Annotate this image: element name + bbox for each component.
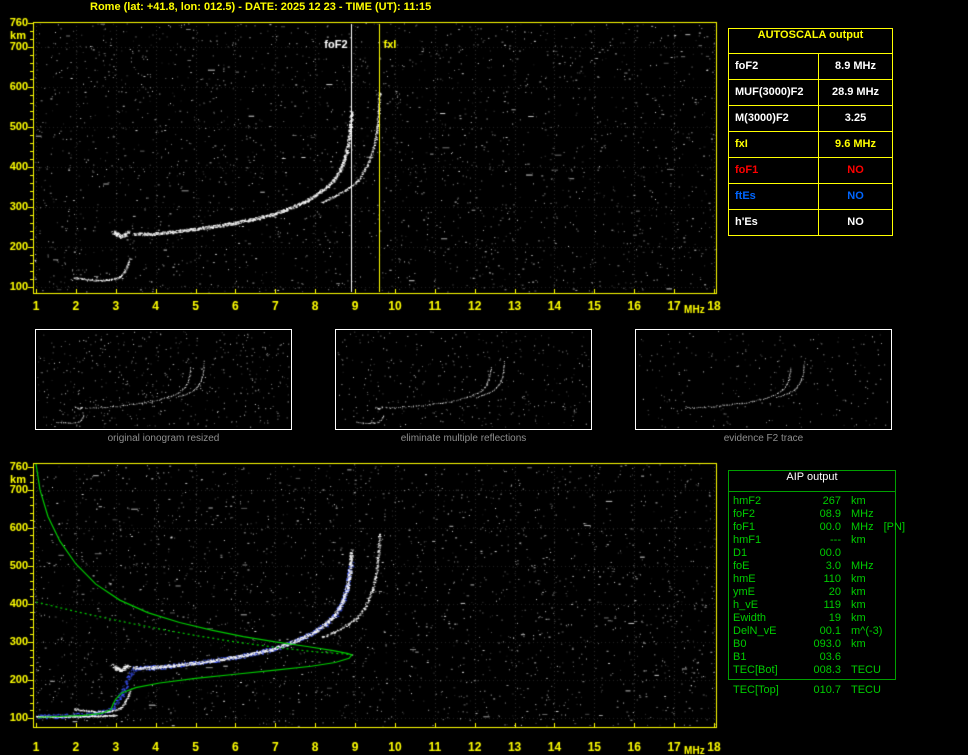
- aip-row-label: hmF2: [733, 495, 797, 508]
- top-ionogram-canvas: [0, 16, 724, 316]
- aip-row-unit: km: [841, 599, 891, 612]
- aip-row-hmF1: hmF1---km: [729, 534, 895, 547]
- autoscala-row-MUF3000F2: MUF(3000)F228.9 MHz: [729, 79, 892, 105]
- autoscala-row-value: 8.9 MHz: [819, 54, 892, 79]
- autoscala-row-ftEs: ftEsNO: [729, 183, 892, 209]
- aip-row-label: foF1: [733, 521, 797, 534]
- aip-row-DelNvE: DelN_vE00.1m^(-3): [729, 625, 895, 638]
- autoscala-row-label: h'Es: [729, 210, 819, 235]
- aip-row-value: 093.0: [797, 638, 841, 651]
- aip-row-foE: foE3.0MHz: [729, 560, 895, 573]
- autoscala-row-value: NO: [819, 210, 892, 235]
- aip-row-label: TEC[Bot]: [733, 664, 797, 677]
- autoscala-table-title: AUTOSCALA output: [729, 29, 892, 53]
- aip-row-unit: MHz[PN]: [841, 521, 905, 534]
- thumbnail-caption-f2trace: evidence F2 trace: [635, 433, 892, 444]
- bottom-ionogram-canvas: [0, 455, 724, 755]
- aip-row-unit: [841, 547, 891, 560]
- aip-row-value: 119: [797, 599, 841, 612]
- autoscala-output-table: AUTOSCALA output foF28.9 MHzMUF(3000)F22…: [728, 28, 893, 236]
- aip-row-note: [PN]: [884, 521, 905, 533]
- autoscala-row-M3000F2: M(3000)F23.25: [729, 105, 892, 131]
- aip-row-value: 00.1: [797, 625, 841, 638]
- aip-row-label: hmF1: [733, 534, 797, 547]
- autoscala-row-label: ftEs: [729, 184, 819, 209]
- aip-row-unit: km: [841, 534, 891, 547]
- autoscala-row-label: M(3000)F2: [729, 106, 819, 131]
- autoscala-row-label: MUF(3000)F2: [729, 80, 819, 105]
- autoscala-row-value: 28.9 MHz: [819, 80, 892, 105]
- aip-row-value: 08.9: [797, 508, 841, 521]
- aip-row-D1: D100.0: [729, 547, 895, 560]
- aip-row-label: B0: [733, 638, 797, 651]
- aip-row-label: ymE: [733, 586, 797, 599]
- tec-top-row: TEC[Top]010.7TECU: [729, 684, 895, 697]
- thumbnail-caption-original: original ionogram resized: [35, 433, 292, 444]
- page-title: Rome (lat: +41.8, lon: 012.5) - DATE: 20…: [90, 1, 431, 13]
- aip-row-B1: B103.6: [729, 651, 895, 664]
- aip-row-unit: km: [841, 612, 891, 625]
- aip-table-rows: hmF2267kmfoF208.9MHzfoF100.0MHz[PN]hmF1-…: [729, 495, 895, 677]
- aip-row-value: 110: [797, 573, 841, 586]
- aip-row-unit: km: [841, 495, 891, 508]
- thumbnail-canvas-cleaned: [335, 329, 592, 430]
- autoscala-row-value: 9.6 MHz: [819, 132, 892, 157]
- autoscala-table-rows: foF28.9 MHzMUF(3000)F228.9 MHzM(3000)F23…: [729, 53, 892, 235]
- aip-row-unit: MHz: [841, 560, 891, 573]
- aip-row-unit: TECU: [841, 664, 891, 677]
- aip-row-label: foF2: [733, 508, 797, 521]
- aip-row-B0: B0093.0km: [729, 638, 895, 651]
- aip-row-unit: m^(-3): [841, 625, 891, 638]
- aip-row-value: 00.0: [797, 547, 841, 560]
- aip-row-label: TEC[Top]: [733, 684, 797, 697]
- aip-row-label: DelN_vE: [733, 625, 797, 638]
- aip-table-title: AIP output: [729, 471, 895, 492]
- aip-row-label: B1: [733, 651, 797, 664]
- aip-row-unit: km: [841, 573, 891, 586]
- aip-row-value: ---: [797, 534, 841, 547]
- thumbnail-caption-cleaned: eliminate multiple reflections: [335, 433, 592, 444]
- aip-output-table: AIP output hmF2267kmfoF208.9MHzfoF100.0M…: [728, 470, 896, 680]
- autoscala-row-value: NO: [819, 184, 892, 209]
- autoscala-row-foF1: foF1NO: [729, 157, 892, 183]
- aip-row-hmF2: hmF2267km: [729, 495, 895, 508]
- aip-row-value: 03.6: [797, 651, 841, 664]
- aip-row-hmE: hmE110km: [729, 573, 895, 586]
- aip-row-TECBot: TEC[Bot]008.3TECU: [729, 664, 895, 677]
- autoscala-row-label: foF1: [729, 158, 819, 183]
- aip-row-value: 010.7: [797, 684, 841, 697]
- aip-row-unit: TECU: [841, 684, 891, 697]
- aip-row-Ewidth: Ewidth19km: [729, 612, 895, 625]
- aip-row-label: h_vE: [733, 599, 797, 612]
- aip-row-hvE: h_vE119km: [729, 599, 895, 612]
- autoscala-row-foF2: foF28.9 MHz: [729, 53, 892, 79]
- autoscala-row-value: NO: [819, 158, 892, 183]
- autoscala-row-value: 3.25: [819, 106, 892, 131]
- aip-row-unit: km: [841, 586, 891, 599]
- aip-row-label: D1: [733, 547, 797, 560]
- autoscala-row-label: foF2: [729, 54, 819, 79]
- aip-row-value: 3.0: [797, 560, 841, 573]
- aip-row-unit: [841, 651, 891, 664]
- aip-row-foF1: foF100.0MHz[PN]: [729, 521, 895, 534]
- autoscala-screen: Rome (lat: +41.8, lon: 012.5) - DATE: 20…: [0, 0, 968, 755]
- aip-row-unit: MHz: [841, 508, 891, 521]
- thumbnail-canvas-original: [35, 329, 292, 430]
- aip-row-value: 008.3: [797, 664, 841, 677]
- aip-row-TECTop: TEC[Top]010.7TECU: [729, 684, 895, 697]
- aip-row-foF2: foF208.9MHz: [729, 508, 895, 521]
- aip-row-value: 00.0: [797, 521, 841, 534]
- autoscala-row-hEs: h'EsNO: [729, 209, 892, 235]
- aip-row-label: hmE: [733, 573, 797, 586]
- aip-row-value: 267: [797, 495, 841, 508]
- aip-row-value: 19: [797, 612, 841, 625]
- aip-row-ymE: ymE20km: [729, 586, 895, 599]
- aip-row-unit: km: [841, 638, 891, 651]
- autoscala-row-fxI: fxI9.6 MHz: [729, 131, 892, 157]
- aip-row-label: foE: [733, 560, 797, 573]
- thumbnail-canvas-f2trace: [635, 329, 892, 430]
- autoscala-row-label: fxI: [729, 132, 819, 157]
- aip-row-label: Ewidth: [733, 612, 797, 625]
- aip-row-value: 20: [797, 586, 841, 599]
